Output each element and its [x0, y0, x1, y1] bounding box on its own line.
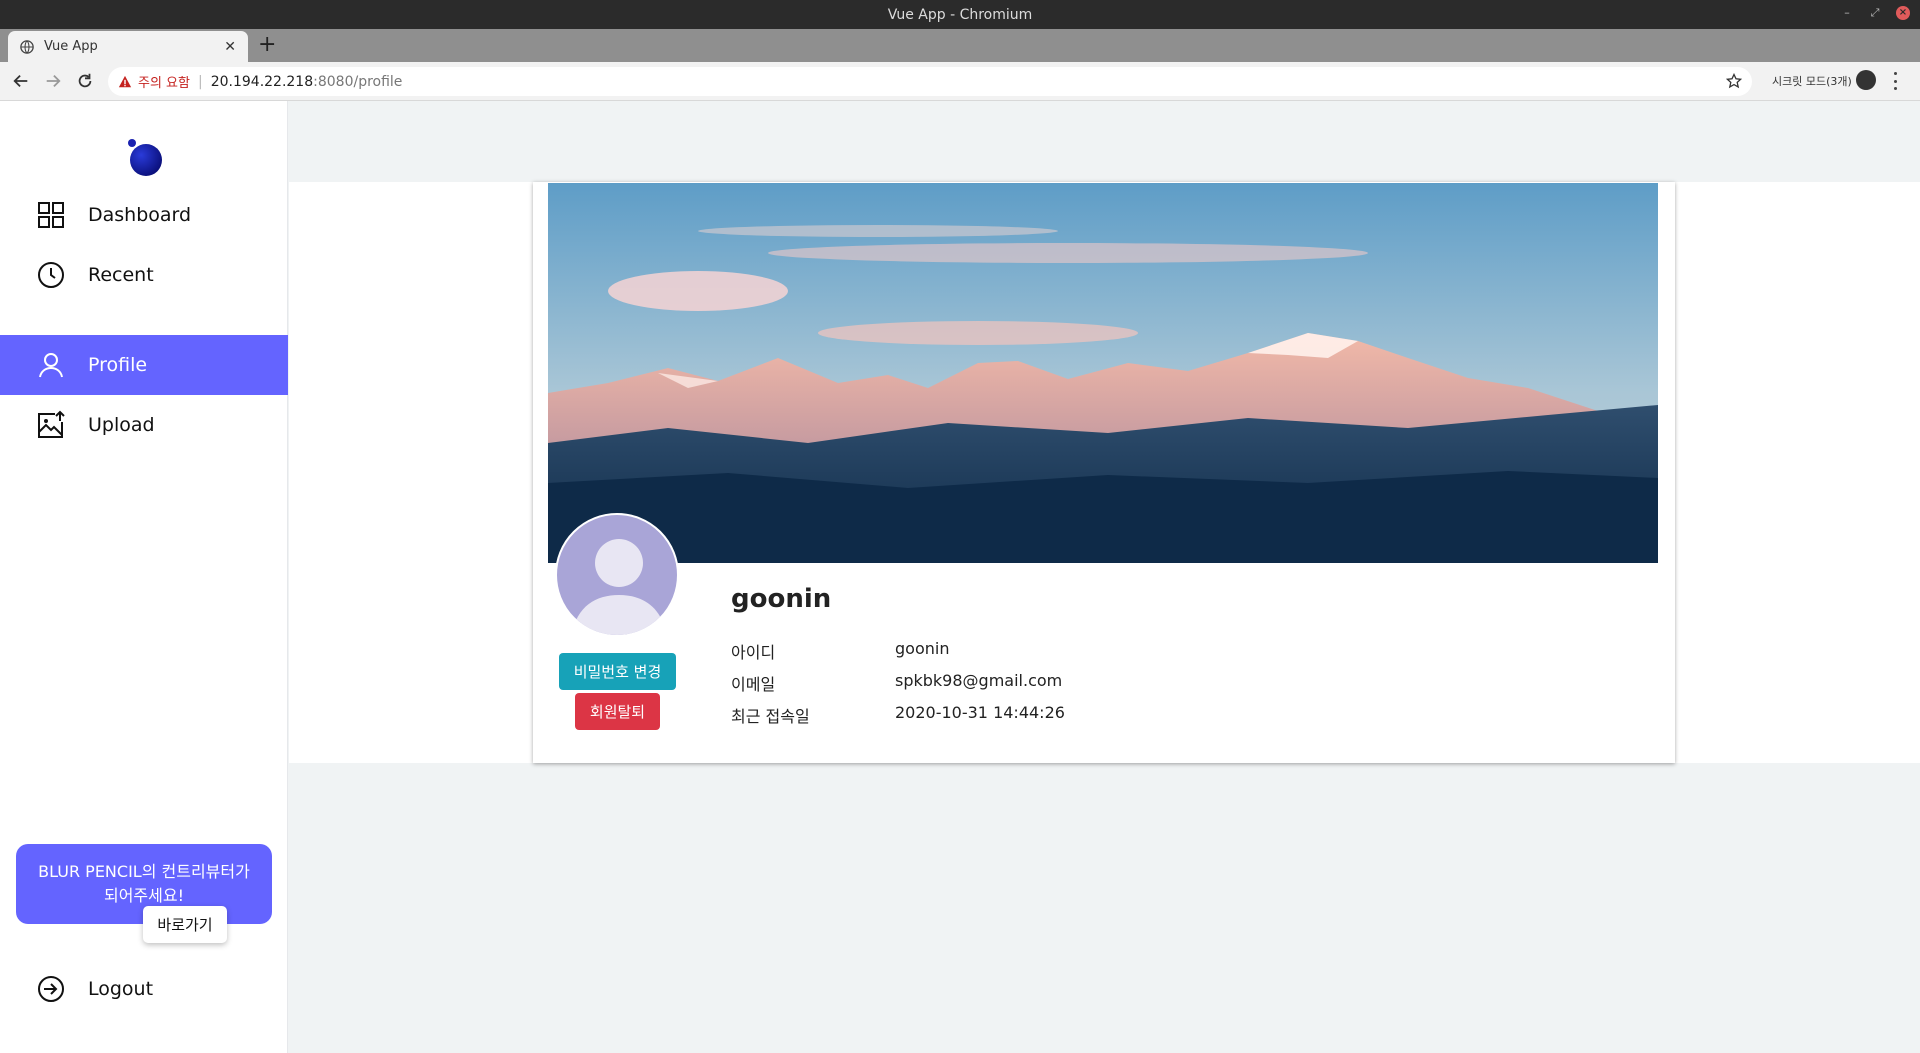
minimize-icon[interactable]: –	[1840, 6, 1854, 20]
url-host: 20.194.22.218	[210, 73, 314, 90]
sidebar-item-label: Upload	[88, 414, 155, 436]
sidebar-item-upload[interactable]: Upload	[0, 395, 288, 455]
new-tab-icon[interactable]: +	[258, 32, 276, 57]
clock-icon	[38, 262, 64, 288]
address-separator: |	[197, 73, 203, 90]
warning-icon	[118, 75, 132, 87]
logout-button[interactable]: Logout	[0, 959, 288, 1019]
image-upload-icon	[38, 410, 65, 438]
back-icon[interactable]	[10, 70, 32, 92]
sidebar-item-label: Recent	[88, 264, 154, 286]
profile-username: goonin	[731, 584, 832, 614]
sidebar-item-profile[interactable]: Profile	[0, 335, 288, 395]
bookmark-star-icon[interactable]	[1726, 73, 1742, 89]
field-value-id: goonin	[895, 639, 950, 658]
tab-title: Vue App	[44, 39, 98, 54]
browser-toolbar: 주의 요함 | 20.194.22.218:8080/profile 시크릿 모…	[0, 62, 1920, 101]
sidebar-item-dashboard[interactable]: Dashboard	[0, 185, 288, 245]
field-value-last-login: 2020-10-31 14:44:26	[895, 703, 1065, 722]
url-path: :8080/profile	[313, 73, 403, 90]
dashboard-grid-icon	[38, 202, 64, 228]
change-password-button[interactable]: 비밀번호 변경	[559, 653, 676, 690]
sidebar-item-label: Dashboard	[88, 204, 192, 226]
withdraw-button[interactable]: 회원탈퇴	[575, 693, 660, 730]
window-title: Vue App - Chromium	[887, 6, 1033, 23]
logout-label: Logout	[88, 978, 154, 1000]
incognito-icon[interactable]	[1856, 70, 1876, 90]
maximize-icon[interactable]: ⤢	[1868, 6, 1882, 20]
cover-image	[548, 183, 1658, 563]
avatar[interactable]	[555, 513, 679, 637]
field-label-id: 아이디	[731, 643, 776, 662]
close-window-icon[interactable]: ×	[1896, 6, 1910, 20]
incognito-label[interactable]: 시크릿 모드(3개)	[1772, 73, 1852, 89]
globe-icon	[20, 39, 34, 54]
security-warning[interactable]: 주의 요함	[138, 72, 190, 91]
reload-icon[interactable]	[74, 70, 96, 92]
logout-icon	[38, 976, 64, 1002]
field-label-email: 이메일	[731, 675, 776, 694]
field-value-email: spkbk98@gmail.com	[895, 671, 1063, 690]
browser-tab[interactable]: Vue App ✕	[8, 31, 248, 62]
app-logo-icon	[128, 139, 162, 176]
sidebar: Dashboard Recent Profile Upload BLUR PEN…	[0, 101, 288, 1053]
promo-text: BLUR PENCIL의 컨트리뷰터가 되어주세요!	[38, 862, 250, 905]
browser-menu-icon[interactable]	[1892, 72, 1898, 90]
forward-icon[interactable]	[42, 70, 64, 92]
sidebar-item-recent[interactable]: Recent	[0, 245, 288, 305]
sidebar-item-label: Profile	[88, 354, 148, 376]
tab-close-icon[interactable]: ✕	[224, 39, 236, 55]
tab-strip: Vue App ✕ +	[0, 29, 1920, 62]
user-icon	[39, 353, 63, 378]
address-bar[interactable]: 주의 요함 | 20.194.22.218:8080/profile	[108, 67, 1752, 96]
field-label-last-login: 최근 접속일	[731, 707, 810, 726]
window-titlebar: Vue App - Chromium – ⤢ ×	[0, 0, 1920, 29]
window-controls: – ⤢ ×	[1840, 6, 1910, 20]
promo-go-button[interactable]: 바로가기	[143, 906, 227, 943]
profile-card: 비밀번호 변경 회원탈퇴 goonin 아이디 goonin 이메일 spkbk…	[533, 182, 1675, 763]
